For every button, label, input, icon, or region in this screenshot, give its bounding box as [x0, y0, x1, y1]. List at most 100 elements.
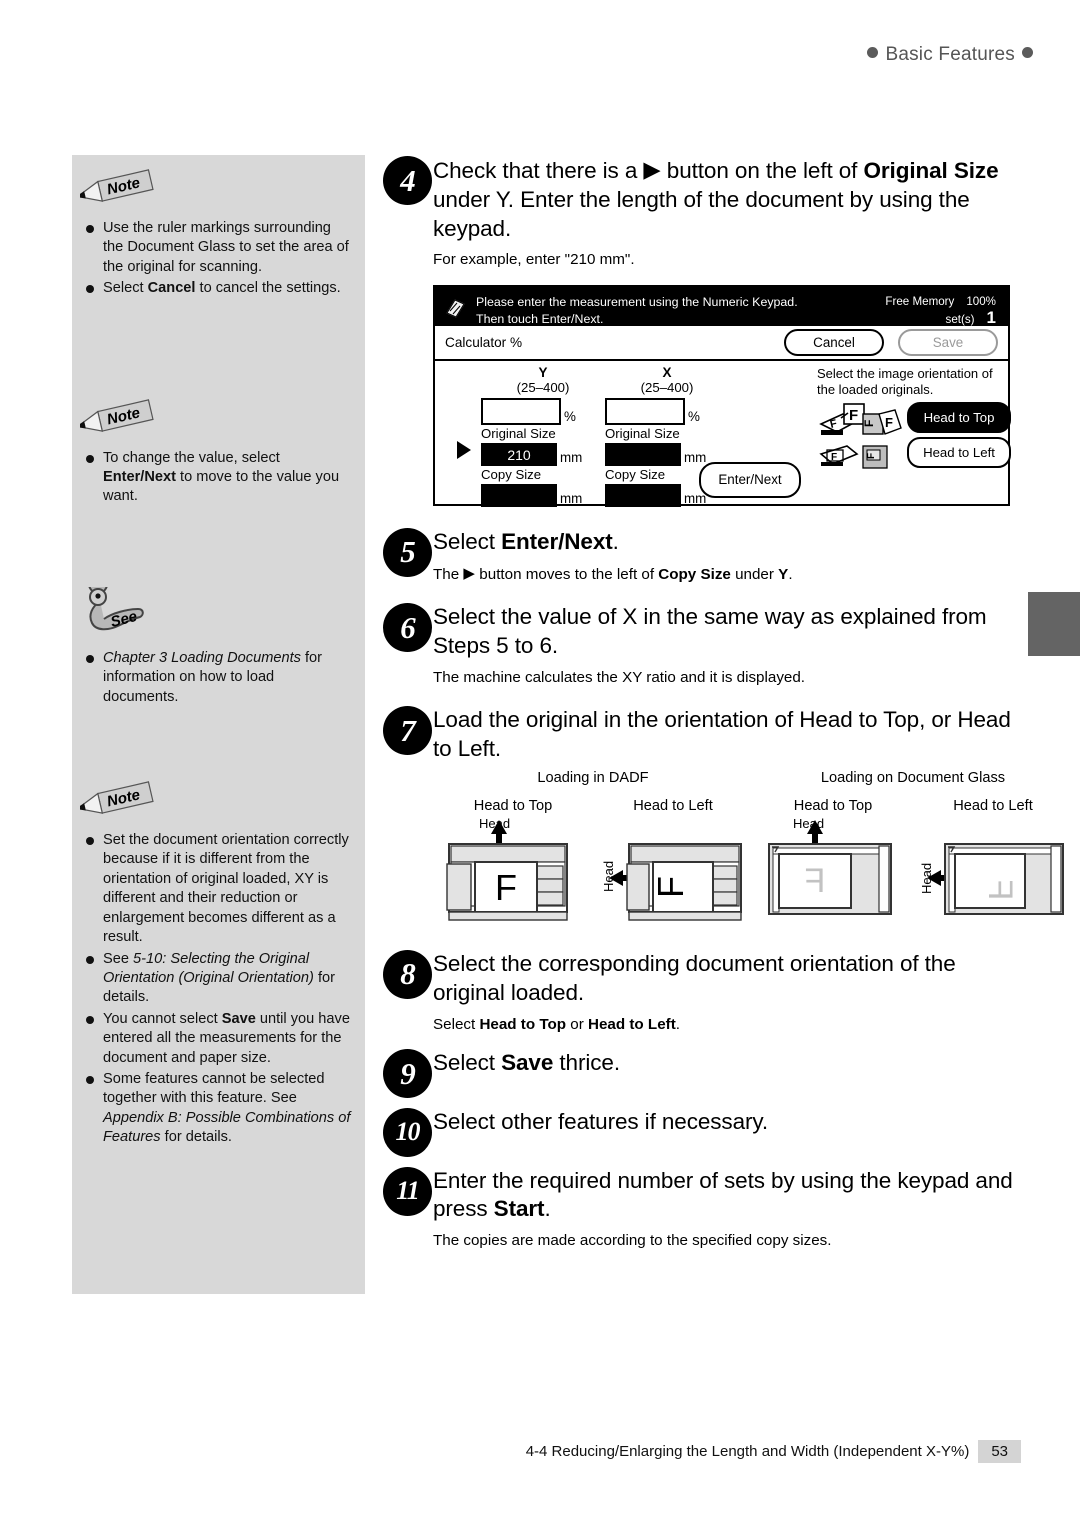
panel-message-line-1: Please enter the measurement using the N… [476, 294, 798, 309]
svg-text:F: F [849, 407, 858, 424]
step-title: Check that there is a ▶ button on the le… [433, 157, 999, 241]
pencil-note-icon: Note [80, 169, 154, 202]
step-subtext: The copies are made according to the spe… [433, 1232, 832, 1250]
svg-text:F: F [862, 420, 876, 427]
note-item: Use the ruler markings surrounding the D… [86, 219, 351, 277]
note-item: Some features cannot be selected togethe… [86, 1070, 351, 1148]
step-number-badge: 9 [383, 1049, 432, 1099]
step-6: 6 Select the value of X in the same way … [383, 603, 1023, 688]
step-number-badge: 11 [383, 1166, 432, 1216]
head-to-top-button[interactable]: Head to Top [907, 402, 1011, 434]
pencil-note-icon: Note [80, 398, 365, 445]
pencil-note-icon: Note [80, 781, 154, 814]
step-9: 9 Select Save thrice. [383, 1049, 1023, 1099]
note-list: Use the ruler markings surrounding the D… [86, 219, 351, 299]
original-size-unit: mm [684, 450, 707, 466]
sidebar-notes-panel: Note Use the ruler markings surrounding … [72, 155, 365, 1294]
note-item: Chapter 3 Loading Documents for informat… [86, 649, 351, 707]
step-number-badge: 5 [383, 527, 432, 577]
main-content: 4 Check that there is a ▶ button on the … [383, 152, 1064, 1258]
sets-value: 1 [986, 307, 996, 327]
diagram-glass-head-to-left: Head F [913, 816, 1073, 924]
step-number-badge: 10 [383, 1107, 432, 1157]
svg-text:F: F [866, 453, 877, 459]
sidebar-note-block: Note To change the value, select Enter/N… [72, 398, 365, 507]
note-item: Select Cancel to cancel the settings. [86, 279, 351, 298]
active-field-caret-icon [457, 440, 471, 459]
note-item: Set the document orientation correctly b… [86, 831, 351, 947]
step-title: Enter the required number of sets by usi… [433, 1167, 1013, 1222]
header-title: Basic Features [885, 44, 1015, 65]
head-to-top-dadf-icon: F F [819, 403, 865, 436]
svg-text:F: F [650, 876, 691, 898]
mode-label: Calculator % [445, 334, 523, 350]
step-10: 10 Select other features if necessary. [383, 1107, 1023, 1157]
chapter-thumb-tab [1028, 592, 1080, 656]
copy-size-field[interactable] [481, 484, 557, 508]
header-bullet-left-icon [867, 47, 879, 58]
diagram-group-title-glass: Loading on Document Glass [820, 769, 1006, 786]
note-item: See 5-10: Selecting the Original Orienta… [86, 950, 351, 1008]
triangle-button-icon: ▶ [643, 157, 661, 182]
orientation-icon-group: F F F F F F [817, 402, 903, 485]
pencil-note-icon: Note [80, 169, 365, 215]
diagram-group-title-dadf: Loading in DADF [537, 769, 649, 786]
diagram-dadf-head-to-top: Head F [433, 816, 593, 924]
diagram-dadf-head-to-left: Head F [593, 816, 753, 924]
svg-text:F: F [885, 415, 893, 430]
svg-text:F: F [831, 452, 837, 463]
step-title: Select Enter/Next. [433, 528, 619, 554]
pencil-note-icon: Note [80, 781, 365, 827]
percent-unit: % [564, 409, 576, 425]
enter-next-button[interactable]: Enter/Next [699, 461, 801, 498]
save-button[interactable]: Save [898, 328, 998, 356]
step-subtext: For example, enter "210 mm". [433, 251, 635, 269]
panel-mode-bar: Calculator % Cancel Save [435, 326, 1008, 361]
pencil-note-icon: Note [80, 398, 154, 432]
copy-size-unit: mm [560, 491, 583, 507]
measurement-column-y: Y (25–400) % Original Size 210 mm Copy S… [481, 364, 605, 508]
original-size-field[interactable] [605, 443, 681, 467]
free-memory-label: Free Memory [885, 294, 955, 308]
step-4: 4 Check that there is a ▶ button on the … [383, 156, 1023, 271]
head-to-top-glass-icon: F [819, 445, 859, 467]
free-memory-value: 100% [966, 294, 996, 308]
diagram-caption: Head to Left [633, 797, 713, 814]
axis-label: X [662, 364, 672, 380]
original-size-field[interactable]: 210 [481, 443, 557, 467]
triangle-button-icon: ▶ [463, 564, 476, 582]
copy-size-unit: mm [684, 491, 707, 507]
svg-text:F: F [981, 880, 1019, 901]
percent-field[interactable] [481, 398, 561, 426]
head-to-left-dadf-icon: F F [862, 409, 902, 436]
binder-clip-see-icon: See [82, 573, 365, 647]
original-size-label: Original Size [481, 426, 556, 442]
step-7: 7 Load the original in the orientation o… [383, 706, 1023, 764]
step-title: Select Save thrice. [433, 1050, 620, 1076]
binder-clip-see-icon: See [88, 573, 144, 631]
sets-label: set(s) [945, 312, 975, 326]
cancel-button[interactable]: Cancel [784, 328, 884, 356]
axis-range: (25–400) [516, 380, 570, 396]
note-list: To change the value, select Enter/Next t… [86, 449, 351, 507]
copier-touch-panel: Please enter the measurement using the N… [433, 284, 1011, 508]
svg-text:F: F [805, 862, 826, 900]
diagram-caption: Head to Top [473, 797, 553, 814]
page-footer: 4-4 Reducing/Enlarging the Length and Wi… [0, 1440, 1021, 1463]
step-subtext: The machine calculates the XY ratio and … [433, 668, 806, 686]
page-number: 53 [978, 1440, 1021, 1463]
panel-status-bar: Please enter the measurement using the N… [435, 286, 1008, 327]
percent-field[interactable] [605, 398, 685, 426]
panel-body: Y (25–400) % Original Size 210 mm Copy S… [435, 361, 1011, 508]
axis-label: Y [538, 364, 548, 380]
step-8: 8 Select the corresponding document orie… [383, 949, 1023, 1035]
step-subtext: The ▶ button moves to the left of Copy S… [433, 564, 793, 583]
footer-section-title: 4-4 Reducing/Enlarging the Length and Wi… [525, 1443, 970, 1460]
copy-size-field[interactable] [605, 484, 681, 508]
head-to-left-button[interactable]: Head to Left [907, 437, 1011, 469]
diagram-caption: Head to Left [953, 797, 1033, 814]
step-title: Select the value of X in the same way as… [433, 604, 987, 659]
step-subtext: Select Head to Top or Head to Left. [433, 1015, 681, 1033]
step-number-badge: 4 [383, 156, 432, 205]
step-number-badge: 8 [383, 949, 432, 999]
